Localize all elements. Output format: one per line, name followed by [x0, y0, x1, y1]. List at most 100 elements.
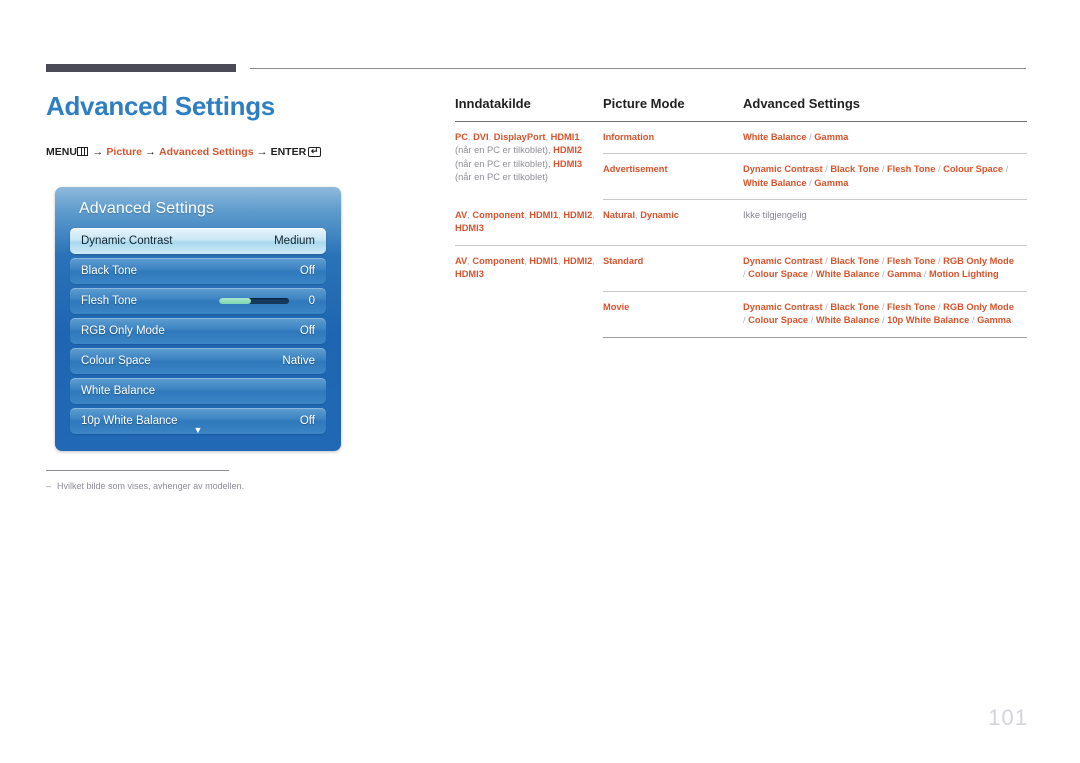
- cell-text-fragment: HDMI3: [553, 158, 583, 169]
- table-header-advanced-settings: Advanced Settings: [743, 96, 861, 111]
- table-row: AV, Component, HDMI1, HDMI2, HDMI3 Natura…: [455, 199, 1027, 246]
- breadcrumb-arrow-1: →: [92, 145, 104, 158]
- breadcrumb-menu-label: MENU: [46, 145, 77, 158]
- footnote-block: – Hvilket bilde som vises, avhenger av m…: [46, 470, 376, 491]
- osd-row-white-balance[interactable]: White Balance: [70, 378, 326, 404]
- osd-row-value: Off: [299, 325, 315, 337]
- cell-text-fragment: /: [921, 269, 930, 280]
- chevron-down-icon[interactable]: ▼: [55, 426, 341, 435]
- breadcrumb-step-advanced-settings: Advanced Settings: [159, 145, 254, 158]
- table-row: PC, DVI, DisplayPort, HDMI1 (når en PC e…: [455, 121, 1027, 182]
- cell-text-fragment: Motion Lighting: [929, 269, 999, 280]
- cell-text-fragment: HDMI3: [455, 269, 484, 280]
- footnote-rule: [46, 470, 229, 471]
- osd-row-black-tone[interactable]: Black Tone Off: [70, 258, 326, 284]
- header-rule-thick: [46, 64, 236, 72]
- cell-text-fragment: HDMI1: [529, 209, 559, 220]
- breadcrumb-step-picture: Picture: [106, 145, 143, 158]
- cell-advanced-settings: White Balance / Gamma: [743, 121, 1027, 155]
- cell-input-source: AV, Component, HDMI1, HDMI2, HDMI3: [455, 245, 603, 337]
- settings-table: Inndatakilde Picture Mode Advanced Setti…: [455, 96, 1027, 338]
- slider-track[interactable]: [219, 298, 289, 304]
- cell-text-fragment: White Balance: [815, 269, 880, 280]
- breadcrumb-enter-label: ENTER: [270, 145, 307, 158]
- cell-text-fragment: /: [808, 315, 816, 326]
- table-head: Inndatakilde Picture Mode Advanced Setti…: [455, 96, 1027, 122]
- cell-text-fragment: HDMI2: [553, 145, 583, 156]
- cell-text-fragment: Component: [472, 255, 525, 266]
- osd-row-value: 0: [308, 295, 315, 307]
- osd-row-label: Dynamic Contrast: [81, 235, 173, 247]
- cell-text-fragment: /: [808, 269, 816, 280]
- cell-text-fragment: RGB Only Mode: [943, 255, 1014, 266]
- cell-text-fragment: PC: [455, 132, 468, 142]
- cell-text-fragment: /: [879, 269, 888, 280]
- cell-text-fragment: Colour Space: [748, 269, 809, 280]
- osd-row-value: Native: [282, 355, 315, 367]
- left-column: Advanced Settings MENU → Picture → Advan…: [46, 92, 416, 158]
- cell-text-fragment: Flesh Tone: [886, 301, 936, 312]
- table-header-row: Inndatakilde Picture Mode Advanced Setti…: [455, 96, 1027, 122]
- cell-advanced-settings: Dynamic Contrast / Black Tone / Flesh To…: [743, 245, 1027, 292]
- cell-text-fragment: DVI: [473, 132, 489, 142]
- cell-text-fragment: /: [879, 301, 887, 312]
- page-number: 101: [988, 705, 1028, 730]
- cell-text-fragment: AV: [455, 255, 468, 266]
- cell-text-fragment: HDMI3: [455, 223, 484, 234]
- osd-row-rgb-only-mode[interactable]: RGB Only Mode Off: [70, 318, 326, 344]
- footnote-dash: –: [46, 481, 52, 491]
- cell-text-fragment: 10p White Balance: [887, 315, 970, 326]
- cell-text-fragment: (når en PC er tilkoblet),: [455, 145, 554, 156]
- menu-grid-icon: [77, 147, 89, 157]
- cell-text-fragment: Colour Space: [748, 315, 809, 326]
- cell-text-fragment: White Balance: [743, 177, 807, 188]
- cell-text-fragment: HDMI1: [529, 255, 559, 266]
- table-row: AV, Component, HDMI1, HDMI2, HDMI3 Standa…: [455, 245, 1027, 292]
- cell-text-fragment: Component: [472, 209, 525, 220]
- cell-text-fragment: Natural: [603, 210, 636, 221]
- osd-row-label: Black Tone: [81, 265, 138, 277]
- cell-text-fragment: /: [879, 255, 887, 266]
- cell-text-fragment: (når en PC er tilkoblet): [455, 172, 549, 183]
- cell-text-fragment: Black Tone: [830, 255, 880, 266]
- osd-row-dynamic-contrast[interactable]: Dynamic Contrast Medium: [70, 228, 326, 254]
- osd-row-label: White Balance: [81, 385, 156, 397]
- footnote: – Hvilket bilde som vises, avhenger av m…: [46, 481, 376, 491]
- cell-text-fragment: /: [935, 255, 944, 266]
- cell-text-fragment: Black Tone: [830, 301, 880, 312]
- osd-row-label: Colour Space: [81, 355, 151, 367]
- osd-row-label: RGB Only Mode: [81, 325, 165, 337]
- footnote-text: Hvilket bilde som vises, avhenger av mod…: [57, 481, 245, 491]
- cell-text-fragment: Gamma: [814, 177, 849, 188]
- osd-row-slider[interactable]: 0: [219, 295, 315, 307]
- cell-text-fragment: RGB Only Mode: [943, 301, 1014, 312]
- osd-row-list: Dynamic Contrast Medium Black Tone Off Flesh…: [70, 228, 326, 434]
- cell-picture-mode: Information: [603, 121, 743, 155]
- table-header-picture-mode: Picture Mode: [603, 96, 685, 111]
- cell-text-fragment: /: [969, 315, 978, 326]
- osd-row-label: Flesh Tone: [81, 295, 138, 307]
- cell-text-fragment: HDMI2: [563, 209, 593, 220]
- cell-text-fragment: ,: [592, 209, 595, 220]
- cell-advanced-settings: Dynamic Contrast / Black Tone / Flesh To…: [743, 291, 1027, 338]
- osd-row-flesh-tone[interactable]: Flesh Tone 0: [70, 288, 326, 314]
- cell-text-fragment: Dynamic Contrast: [743, 301, 823, 312]
- cell-text-fragment: Dynamic Contrast: [743, 164, 823, 175]
- cell-input-source: AV, Component, HDMI1, HDMI2, HDMI3: [455, 199, 603, 246]
- cell-text-fragment: Black Tone: [830, 164, 880, 175]
- osd-row-colour-space[interactable]: Colour Space Native: [70, 348, 326, 374]
- cell-text-fragment: /: [935, 164, 944, 175]
- breadcrumb-arrow-3: →: [256, 145, 268, 158]
- cell-picture-mode: Movie: [603, 291, 743, 338]
- table-header-input-source: Inndatakilde: [455, 96, 531, 111]
- cell-picture-mode: Standard: [603, 245, 743, 292]
- cell-text-fragment: HDMI1: [550, 132, 580, 142]
- header-rule-thin: [250, 68, 1026, 69]
- cell-picture-mode: Advertisement: [603, 153, 743, 201]
- osd-menu-panel: Advanced Settings Dynamic Contrast Medium…: [55, 187, 341, 451]
- cell-text-fragment: (når en PC er tilkoblet),: [455, 158, 554, 169]
- cell-text-fragment: Colour Space: [943, 164, 1004, 175]
- cell-text-fragment: Gamma: [814, 132, 849, 142]
- cell-input-source: PC, DVI, DisplayPort, HDMI1 (når en PC e…: [455, 122, 603, 200]
- table-body: PC, DVI, DisplayPort, HDMI1 (når en PC e…: [455, 121, 1027, 338]
